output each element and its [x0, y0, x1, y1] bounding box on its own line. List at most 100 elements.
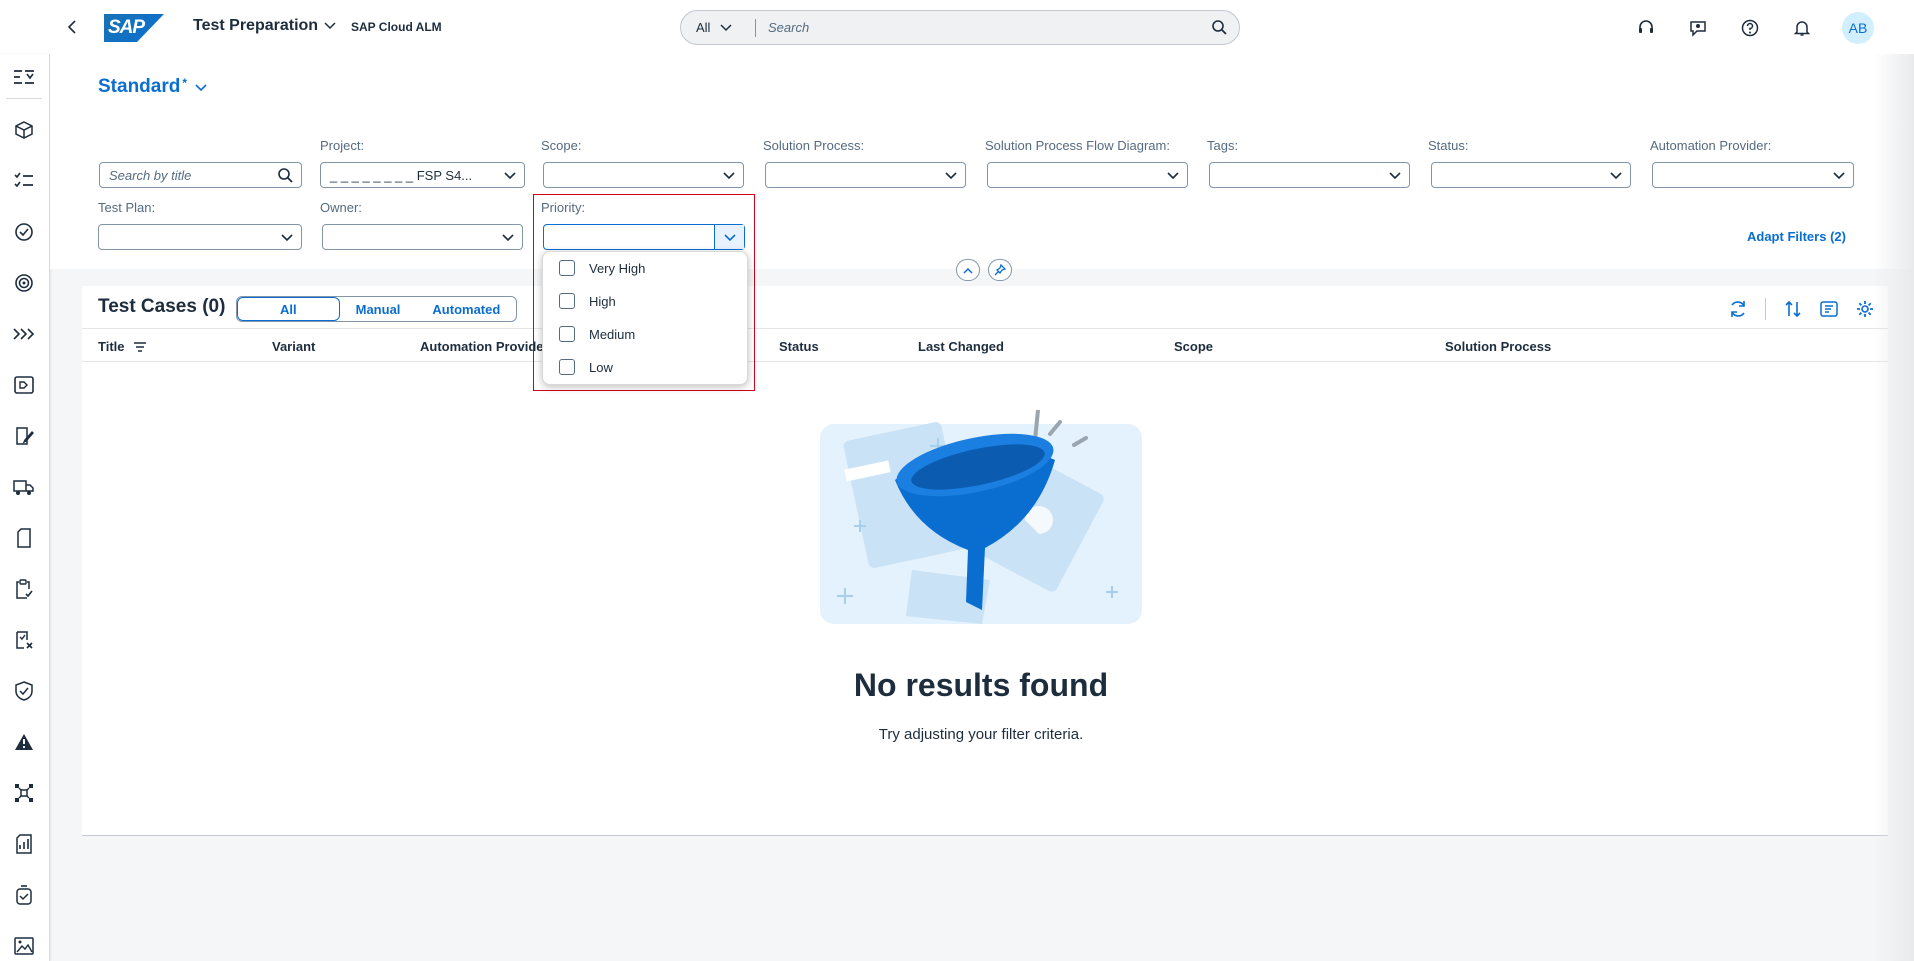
- automation-provider-select[interactable]: [1652, 162, 1854, 188]
- variant-selector[interactable]: Standard *: [98, 76, 207, 98]
- nav-target-icon[interactable]: [0, 268, 48, 298]
- column-header-scope[interactable]: Scope: [1174, 339, 1213, 354]
- sort-icon[interactable]: [1784, 300, 1802, 318]
- priority-option-low[interactable]: Low: [559, 359, 613, 375]
- chevron-down-icon: [1389, 172, 1401, 180]
- nav-process-icon[interactable]: [0, 319, 48, 349]
- flow-diagram-label: Solution Process Flow Diagram:: [985, 138, 1170, 153]
- scope-label: Scope:: [541, 138, 582, 153]
- chevron-down-icon: [1167, 172, 1179, 180]
- search-icon[interactable]: [1199, 20, 1239, 35]
- nav-requirement-icon[interactable]: [0, 370, 48, 400]
- owner-select[interactable]: [322, 224, 523, 250]
- option-label: Low: [589, 359, 613, 375]
- nav-test-preparation-icon[interactable]: [0, 421, 48, 451]
- project-value: _ _ _ _ _ _ _ _ FSP S4...: [330, 167, 473, 183]
- column-header-last-changed[interactable]: Last Changed: [918, 339, 1004, 354]
- chevron-down-icon: [723, 172, 735, 180]
- checkbox[interactable]: [559, 293, 575, 309]
- priority-dropdown-list: Very High High Medium Low: [542, 251, 748, 385]
- nav-delivery-icon[interactable]: [0, 472, 48, 502]
- chevron-down-icon: [281, 234, 293, 242]
- avatar[interactable]: AB: [1842, 12, 1874, 44]
- nav-clipboard-check-icon[interactable]: [0, 574, 48, 604]
- nav-test-execution-icon[interactable]: [0, 625, 48, 655]
- checkbox[interactable]: [559, 260, 575, 276]
- segment-all[interactable]: All: [237, 297, 340, 321]
- app-title-text: Test Preparation: [193, 17, 319, 34]
- help-icon[interactable]: [1738, 16, 1762, 40]
- option-label: Medium: [589, 326, 636, 342]
- type-segmented-button: All Manual Automated: [236, 296, 518, 322]
- side-navigation: [0, 54, 50, 961]
- nav-analytics-icon[interactable]: [0, 829, 48, 859]
- collapse-header-button[interactable]: [956, 259, 980, 281]
- test-plan-select[interactable]: [98, 224, 302, 250]
- column-header-automation-provider[interactable]: Automation Provide: [420, 339, 544, 354]
- table-toolbar: [1729, 298, 1874, 320]
- search-input[interactable]: Search: [756, 20, 1199, 35]
- solution-process-label: Solution Process:: [763, 138, 865, 153]
- nav-document-icon[interactable]: [0, 523, 48, 553]
- search-scope-select[interactable]: All: [681, 18, 756, 37]
- nav-approval-icon[interactable]: [0, 217, 48, 247]
- priority-option-very-high[interactable]: Very High: [559, 260, 645, 276]
- feedback-icon[interactable]: [1686, 16, 1710, 40]
- chevron-down-icon: [504, 172, 516, 180]
- chevron-down-icon: [720, 23, 732, 31]
- group-icon[interactable]: [1820, 300, 1838, 318]
- solution-process-select[interactable]: [765, 162, 966, 188]
- sort-ascending-icon: [133, 341, 146, 352]
- app-title[interactable]: Test Preparation: [193, 17, 336, 35]
- project-select[interactable]: _ _ _ _ _ _ _ _ FSP S4...: [320, 162, 525, 188]
- priority-option-high[interactable]: High: [559, 293, 616, 309]
- nav-timer-check-icon[interactable]: [0, 880, 48, 910]
- title-search-field[interactable]: Search by title: [99, 162, 302, 188]
- nav-warning-icon[interactable]: [0, 727, 48, 757]
- chevron-down-icon: [945, 172, 957, 180]
- toolbar-separator: [1765, 298, 1766, 320]
- headset-icon[interactable]: [1634, 16, 1658, 40]
- refresh-icon[interactable]: [1729, 300, 1747, 318]
- nav-network-icon[interactable]: [0, 778, 48, 808]
- flow-diagram-select[interactable]: [987, 162, 1188, 188]
- title-search-placeholder: Search by title: [109, 167, 192, 183]
- nav-shield-check-icon[interactable]: [0, 676, 48, 706]
- tags-label: Tags:: [1207, 138, 1239, 153]
- adapt-filters-link[interactable]: Adapt Filters (2): [1747, 229, 1846, 244]
- tags-select[interactable]: [1209, 162, 1410, 188]
- sap-logo[interactable]: SAP: [104, 14, 164, 42]
- checkbox[interactable]: [559, 326, 575, 342]
- notification-icon[interactable]: [1790, 16, 1814, 40]
- header-toggle-group: [956, 259, 1012, 281]
- status-select[interactable]: [1431, 162, 1631, 188]
- column-header-variant[interactable]: Variant: [272, 339, 315, 354]
- back-icon[interactable]: [62, 17, 82, 37]
- option-label: High: [589, 293, 616, 309]
- test-plan-label: Test Plan:: [98, 200, 156, 215]
- status-label: Status:: [1428, 138, 1469, 153]
- shell-bar: SAP Test Preparation SAP Cloud ALM All S…: [0, 0, 1914, 54]
- settings-icon[interactable]: [1856, 300, 1874, 318]
- column-title-label: Title: [98, 339, 125, 354]
- pin-header-button[interactable]: [988, 259, 1012, 281]
- segment-automated[interactable]: Automated: [416, 297, 516, 321]
- checkbox[interactable]: [559, 359, 575, 375]
- nav-packages-icon[interactable]: [0, 115, 48, 145]
- nav-overview-icon[interactable]: [0, 63, 48, 93]
- table-header-row: Title Variant Automation Provide Status …: [82, 328, 1888, 362]
- shell-actions: AB: [1634, 12, 1874, 44]
- option-label: Very High: [589, 260, 646, 276]
- column-header-title[interactable]: Title: [98, 339, 147, 354]
- column-header-solution-process[interactable]: Solution Process: [1445, 339, 1551, 354]
- empty-state-title: No results found: [853, 667, 1109, 703]
- no-results-illustration: [820, 410, 1142, 624]
- segment-manual[interactable]: Manual: [340, 297, 417, 321]
- priority-option-medium[interactable]: Medium: [559, 326, 635, 342]
- search-icon[interactable]: [278, 168, 293, 183]
- table-title: Test Cases (0): [98, 296, 226, 317]
- nav-image-icon[interactable]: [0, 931, 48, 961]
- column-header-status[interactable]: Status: [779, 339, 819, 354]
- nav-task-list-icon[interactable]: [0, 166, 48, 196]
- scope-select[interactable]: [543, 162, 744, 188]
